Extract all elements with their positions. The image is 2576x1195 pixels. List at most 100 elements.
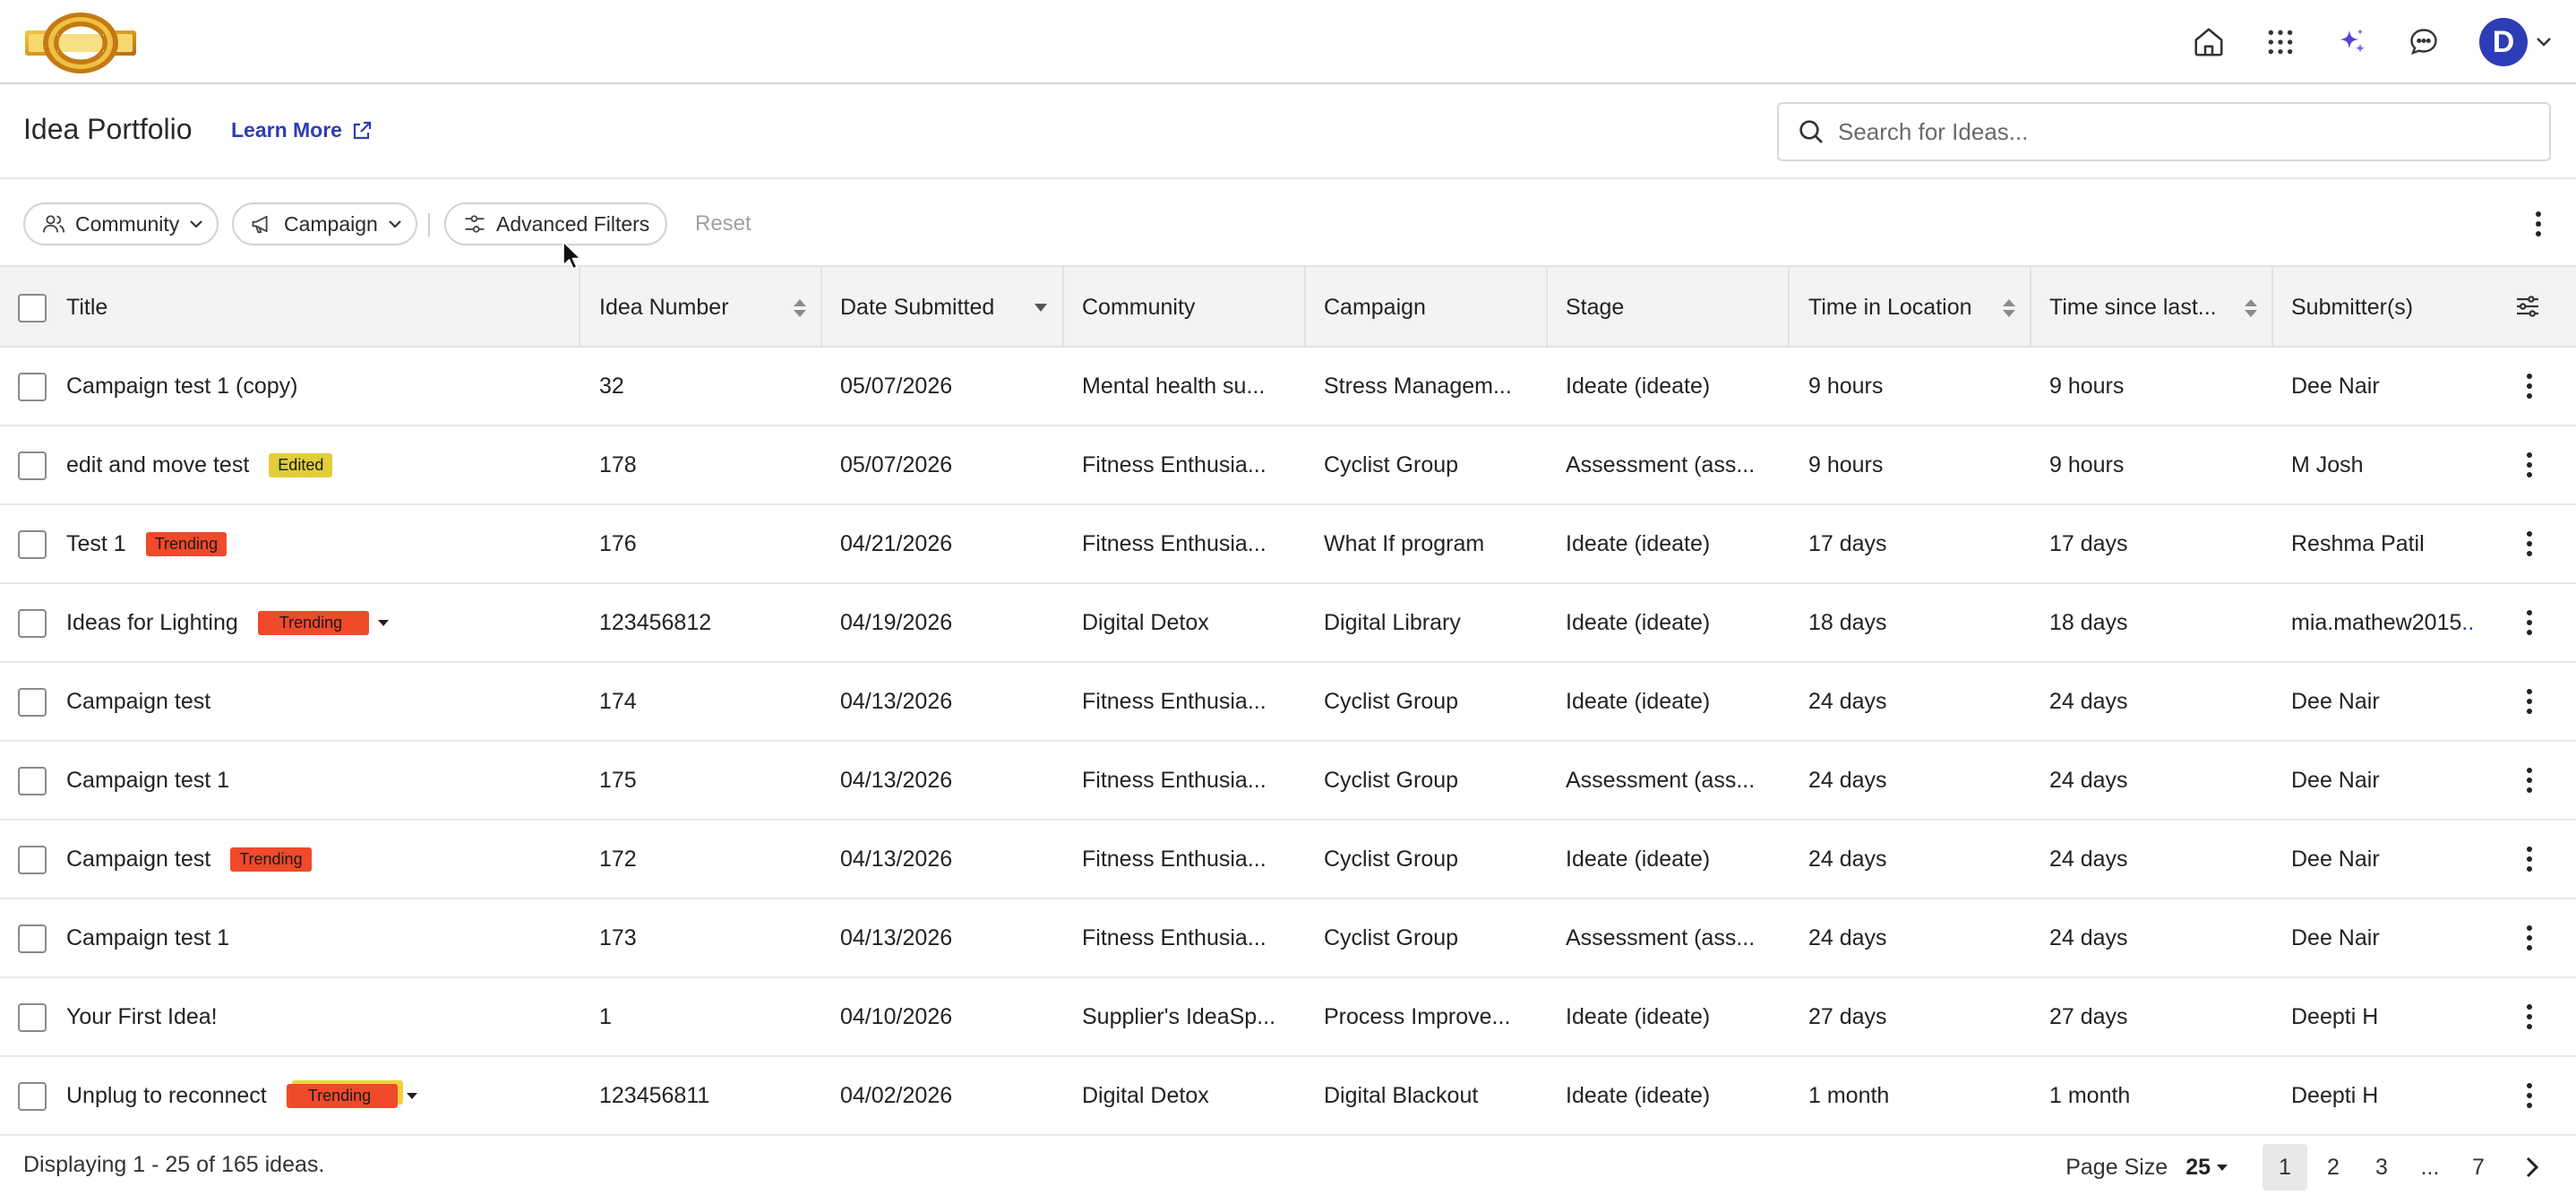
caret-down-icon[interactable] — [376, 617, 391, 628]
table-footer: Displaying 1 - 25 of 165 ideas. Page Siz… — [0, 1134, 2576, 1195]
row-checkbox[interactable] — [18, 373, 47, 401]
idea-number-cell: 172 — [599, 846, 637, 872]
idea-title-link[interactable]: Unplug to reconnect — [66, 1083, 267, 1109]
row-actions-icon[interactable] — [2512, 447, 2547, 483]
submitter-name: mia.mathew2015 — [2291, 609, 2462, 635]
row-checkbox[interactable] — [18, 1082, 47, 1111]
row-checkbox[interactable] — [18, 688, 47, 717]
search-input[interactable] — [1838, 117, 2537, 146]
stage-cell: Ideate (ideate) — [1566, 688, 1711, 714]
company-logo[interactable] — [23, 9, 138, 77]
table-row[interactable]: Test 1 Trending 176 04/21/2026 Fitness E… — [0, 505, 2576, 584]
time-since-cell: 18 days — [2049, 609, 2128, 635]
stage-cell: Ideate (ideate) — [1566, 609, 1711, 635]
date-cell: 04/13/2026 — [840, 688, 953, 714]
column-header-stage[interactable]: Stage — [1566, 267, 1624, 348]
apps-grid-icon[interactable] — [2245, 15, 2316, 69]
column-header-submitters[interactable]: Submitter(s) — [2291, 267, 2413, 348]
table-row[interactable]: Campaign test 1 173 04/13/2026 Fitness E… — [0, 899, 2576, 978]
idea-title-link[interactable]: Campaign test — [66, 689, 210, 715]
chat-icon[interactable] — [2388, 15, 2460, 69]
row-checkbox[interactable] — [18, 451, 47, 480]
table-row[interactable]: Unplug to reconnect Trending 123456811 0… — [0, 1057, 2576, 1136]
row-actions-icon[interactable] — [2512, 841, 2547, 877]
column-settings-icon[interactable] — [2513, 292, 2542, 321]
idea-title-link[interactable]: Ideas for Lighting — [66, 610, 238, 636]
row-actions-icon[interactable] — [2512, 526, 2547, 562]
column-divider — [1062, 267, 1064, 348]
table-row[interactable]: Campaign test 1 175 04/13/2026 Fitness E… — [0, 742, 2576, 821]
page-3-button[interactable]: 3 — [2359, 1144, 2404, 1191]
sort-icon[interactable] — [2001, 297, 2017, 319]
row-checkbox[interactable] — [18, 530, 47, 559]
column-header-community[interactable]: Community — [1082, 267, 1195, 348]
row-checkbox[interactable] — [18, 924, 47, 953]
idea-title-link[interactable]: Campaign test 1 (copy) — [66, 374, 297, 400]
row-actions-icon[interactable] — [2512, 368, 2547, 404]
idea-title-link[interactable]: Campaign test 1 — [66, 768, 229, 794]
stage-cell: Ideate (ideate) — [1566, 530, 1711, 556]
ai-sparkle-icon[interactable] — [2316, 15, 2388, 69]
community-filter-button[interactable]: Community — [23, 202, 219, 245]
column-header-time-in-location[interactable]: Time in Location — [1808, 267, 1972, 348]
community-cell: Fitness Enthusia... — [1082, 767, 1267, 793]
column-header-title[interactable]: Title — [66, 267, 107, 348]
idea-title-link[interactable]: Test 1 — [66, 531, 126, 557]
community-cell: Supplier's IdeaSp... — [1082, 1003, 1276, 1029]
column-header-idea-number[interactable]: Idea Number — [599, 267, 729, 348]
select-all-checkbox[interactable] — [18, 294, 47, 322]
sort-icon[interactable] — [792, 297, 808, 319]
page-7-button[interactable]: 7 — [2456, 1144, 2501, 1191]
column-header-campaign[interactable]: Campaign — [1324, 267, 1426, 348]
idea-title-link[interactable]: Your First Idea! — [66, 1004, 218, 1030]
table-header: Title Idea Number Date Submitted Communi… — [0, 265, 2576, 348]
row-checkbox[interactable] — [18, 609, 47, 638]
users-icon — [42, 215, 65, 233]
table-row[interactable]: Your First Idea! 1 04/10/2026 Supplier's… — [0, 978, 2576, 1057]
campaign-filter-button[interactable]: Campaign — [232, 202, 417, 245]
home-icon[interactable] — [2173, 15, 2245, 69]
stage-cell: Assessment (ass... — [1566, 767, 1756, 793]
page-2-button[interactable]: 2 — [2311, 1144, 2356, 1191]
table-row[interactable]: Ideas for Lighting Trending 123456812 04… — [0, 584, 2576, 663]
chevron-down-icon — [2537, 38, 2551, 47]
row-actions-icon[interactable] — [2512, 605, 2547, 640]
time-since-cell: 24 days — [2049, 688, 2128, 714]
avatar[interactable]: D — [2479, 18, 2528, 66]
idea-title-link[interactable]: Campaign test — [66, 847, 210, 873]
advanced-filters-button[interactable]: Advanced Filters — [444, 202, 668, 245]
column-divider — [1304, 267, 1306, 348]
community-cell: Digital Detox — [1082, 609, 1209, 635]
column-header-date-submitted[interactable]: Date Submitted — [840, 267, 994, 348]
row-actions-icon[interactable] — [2512, 999, 2547, 1035]
column-header-time-since-last[interactable]: Time since last... — [2049, 267, 2217, 348]
idea-title-link[interactable]: Campaign test 1 — [66, 925, 229, 951]
page-1-button[interactable]: 1 — [2263, 1144, 2307, 1191]
row-actions-icon[interactable] — [2512, 920, 2547, 956]
learn-more-link[interactable]: Learn More — [231, 118, 373, 142]
table-row[interactable]: Campaign test 1 (copy) 32 05/07/2026 Men… — [0, 348, 2576, 426]
page-size-select[interactable]: 25 — [2185, 1155, 2228, 1181]
community-filter-label: Community — [75, 211, 180, 236]
row-actions-icon[interactable] — [2512, 1078, 2547, 1113]
idea-title-link[interactable]: edit and move test — [66, 452, 249, 478]
row-checkbox[interactable] — [18, 1003, 47, 1032]
next-page-icon[interactable] — [2510, 1144, 2555, 1191]
table-row[interactable]: Campaign test 174 04/13/2026 Fitness Ent… — [0, 663, 2576, 742]
caret-down-icon[interactable] — [405, 1090, 419, 1101]
row-checkbox[interactable] — [18, 846, 47, 874]
table-row[interactable]: edit and move test Edited 178 05/07/2026… — [0, 426, 2576, 505]
reset-filters-button[interactable]: Reset — [695, 211, 751, 236]
row-checkbox[interactable] — [18, 767, 47, 795]
row-actions-icon[interactable] — [2512, 762, 2547, 798]
sort-icon[interactable] — [2243, 297, 2259, 319]
sort-desc-icon[interactable] — [1033, 301, 1049, 314]
campaign-cell: What If program — [1324, 530, 1485, 556]
user-menu[interactable]: D — [2479, 18, 2553, 66]
table-row[interactable]: Campaign test Trending 172 04/13/2026 Fi… — [0, 821, 2576, 899]
submitter-cell: Deepti H — [2291, 1082, 2379, 1108]
search-box[interactable] — [1777, 102, 2551, 161]
more-options-icon[interactable] — [2520, 206, 2556, 242]
row-actions-icon[interactable] — [2512, 683, 2547, 719]
submitter-overflow: .. — [2461, 609, 2475, 635]
